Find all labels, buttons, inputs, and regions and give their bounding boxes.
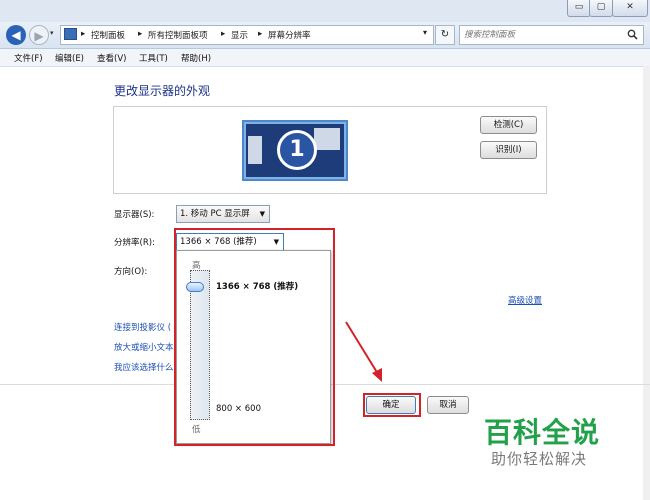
minimize-button[interactable]: ▭: [567, 0, 591, 17]
breadcrumb-separator: ▸: [221, 29, 226, 39]
back-arrow-icon: ◀: [11, 28, 21, 42]
maximize-button[interactable]: ▢: [589, 0, 613, 17]
menu-help[interactable]: 帮助(H): [181, 52, 211, 64]
menu-view[interactable]: 查看(V): [97, 52, 126, 64]
breadcrumb-control-panel[interactable]: 控制面板: [91, 29, 125, 41]
breadcrumb-display[interactable]: 显示: [231, 29, 248, 41]
display-select-value: 1. 移动 PC 显示屏: [180, 209, 250, 219]
minimize-icon: ▭: [574, 2, 584, 12]
address-bar[interactable]: ▸ 控制面板 ▸ 所有控制面板项 ▸ 显示 ▸ 屏幕分辨率 ▾: [60, 25, 434, 45]
forward-button[interactable]: ▶: [29, 25, 49, 45]
breadcrumb-separator: ▸: [81, 29, 86, 39]
breadcrumb-screen-resolution[interactable]: 屏幕分辨率: [268, 29, 311, 41]
detect-button[interactable]: 检测(C): [480, 116, 537, 134]
desktop-window-icon: [314, 128, 340, 150]
projector-link[interactable]: 连接到投影仪 (: [114, 321, 171, 333]
text-size-link[interactable]: 放大或缩小文本: [114, 341, 174, 353]
help-choose-link[interactable]: 我应该选择什么: [114, 361, 174, 373]
menu-file[interactable]: 文件(F): [14, 52, 43, 64]
chevron-down-icon: ▼: [259, 210, 265, 218]
watermark-logo-text: 百科全说: [484, 416, 601, 449]
breadcrumb-all-items[interactable]: 所有控制面板项: [148, 29, 208, 41]
annotation-arrow-icon: [345, 321, 382, 382]
resolution-label: 分辨率(R):: [114, 238, 155, 248]
annotation-ok-highlight: [363, 393, 421, 417]
monitor-preview-area: 1 检测(C) 识别(I): [113, 106, 547, 194]
address-toolbar: ◀ ▶ ▾ ▸ 控制面板 ▸ 所有控制面板项 ▸ 显示 ▸ 屏幕分辨率 ▾ ↻: [0, 22, 650, 49]
advanced-settings-link[interactable]: 高级设置: [508, 294, 542, 306]
history-dropdown-icon[interactable]: ▾: [50, 29, 54, 37]
title-bar: ▭ ▢ ✕: [0, 0, 650, 22]
search-box[interactable]: [459, 25, 644, 45]
forward-arrow-icon: ▶: [34, 29, 44, 43]
refresh-button[interactable]: ↻: [435, 25, 455, 45]
menu-edit[interactable]: 编辑(E): [55, 52, 84, 64]
monitor-1-thumbnail[interactable]: 1: [242, 120, 348, 181]
address-dropdown-icon[interactable]: ▾: [423, 28, 427, 37]
refresh-icon: ↻: [440, 29, 450, 40]
cancel-button[interactable]: 取消: [427, 396, 469, 414]
display-label: 显示器(S):: [114, 210, 155, 220]
menu-bar: 文件(F) 编辑(E) 查看(V) 工具(T) 帮助(H): [0, 49, 650, 67]
search-icon[interactable]: [627, 29, 638, 40]
scrollbar[interactable]: [643, 66, 650, 500]
search-input[interactable]: [464, 28, 624, 41]
monitor-number: 1: [277, 130, 317, 170]
desktop-window-icon: [248, 136, 262, 164]
page-title: 更改显示器的外观: [114, 84, 211, 98]
watermark-subtitle: 助你轻松解决: [491, 450, 588, 468]
control-panel-icon: [64, 28, 77, 40]
display-select[interactable]: 1. 移动 PC 显示屏 ▼: [176, 205, 270, 223]
maximize-icon: ▢: [596, 2, 606, 12]
close-icon: ✕: [626, 2, 634, 12]
menu-tools[interactable]: 工具(T): [139, 52, 168, 64]
close-button[interactable]: ✕: [612, 0, 648, 17]
back-button[interactable]: ◀: [6, 25, 26, 45]
breadcrumb-separator: ▸: [258, 29, 263, 39]
orientation-label: 方向(O):: [114, 267, 148, 277]
identify-button[interactable]: 识别(I): [480, 141, 537, 159]
breadcrumb-separator: ▸: [138, 29, 143, 39]
annotation-highlight-box: [174, 228, 335, 446]
